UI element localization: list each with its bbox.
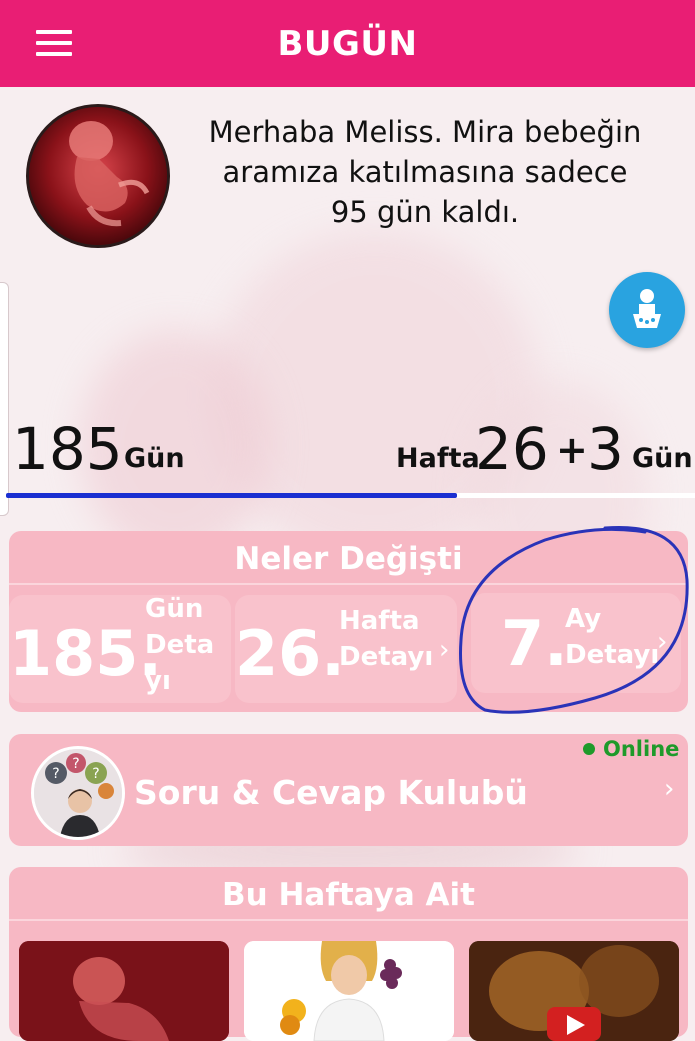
app-header: BUGÜN	[0, 0, 695, 87]
qa-club-card[interactable]: ? ? ? Soru & Cevap Kulubü Online ›	[9, 734, 688, 846]
extra-days-label: Gün	[632, 443, 693, 474]
plus-sign: +	[556, 428, 588, 472]
week-thumbnail-fetus[interactable]	[19, 941, 229, 1041]
week-label-line: Hafta	[339, 606, 420, 636]
week-label-line: Detayı	[339, 642, 434, 672]
month-detail-button[interactable]: 7. Ay Detayı ›	[471, 593, 681, 693]
days-count: 185	[12, 415, 123, 483]
month-label-line: Detayı	[565, 640, 660, 670]
pregnancy-progress-bar	[6, 493, 695, 498]
week-number: 26.	[235, 617, 345, 690]
days-label: Gün	[124, 443, 185, 474]
day-label-line: Deta	[145, 630, 215, 660]
svg-text:?: ?	[92, 766, 99, 782]
month-number: 7.	[501, 607, 568, 680]
extra-days-count: 3	[587, 415, 624, 483]
baby-button[interactable]	[609, 272, 685, 348]
changes-title: Neler Değişti	[9, 531, 688, 585]
online-dot-icon	[583, 743, 595, 755]
greeting-line: Merhaba Meliss. Mira bebeğin	[208, 115, 642, 149]
day-detail-button[interactable]: 185. Gün Deta yı	[9, 594, 231, 703]
side-drawer-handle[interactable]	[0, 282, 9, 516]
month-label-line: Ay	[565, 604, 602, 634]
changes-card: Neler Değişti 185. Gün Deta yı 26. Hafta…	[9, 531, 688, 712]
qa-club-title: Soru & Cevap Kulubü	[134, 773, 528, 812]
greeting-text: Merhaba Meliss. Mira bebeğin aramıza kat…	[180, 112, 670, 232]
page-title: BUGÜN	[277, 24, 418, 64]
svg-text:?: ?	[52, 766, 59, 782]
week-thumbnail-video[interactable]	[469, 941, 679, 1041]
week-detail-button[interactable]: 26. Hafta Detayı ›	[235, 595, 457, 703]
pregnancy-progress-fill	[6, 493, 458, 498]
qa-avatar: ? ? ?	[31, 746, 125, 840]
day-label-line: Gün	[145, 594, 204, 624]
week-thumbnail-nutrition[interactable]	[244, 941, 454, 1041]
day-label-line: yı	[145, 666, 171, 696]
week-count: 26	[475, 415, 549, 483]
baby-icon	[633, 289, 661, 328]
week-label: Hafta	[396, 443, 480, 474]
greeting-line: 95 gün kaldı.	[330, 195, 520, 229]
baby-avatar	[26, 104, 170, 248]
chevron-right-icon: ›	[657, 627, 668, 657]
day-number: 185.	[9, 617, 162, 690]
svg-text:?: ?	[72, 756, 79, 772]
this-week-card: Bu Haftaya Ait	[9, 867, 688, 1041]
this-week-title: Bu Haftaya Ait	[9, 867, 688, 921]
online-status: Online	[583, 737, 679, 761]
chevron-right-icon: ›	[439, 635, 450, 665]
online-status-label: Online	[603, 737, 680, 761]
greeting-line: aramıza katılmasına sadece	[222, 155, 628, 189]
chevron-right-icon: ›	[664, 774, 675, 804]
